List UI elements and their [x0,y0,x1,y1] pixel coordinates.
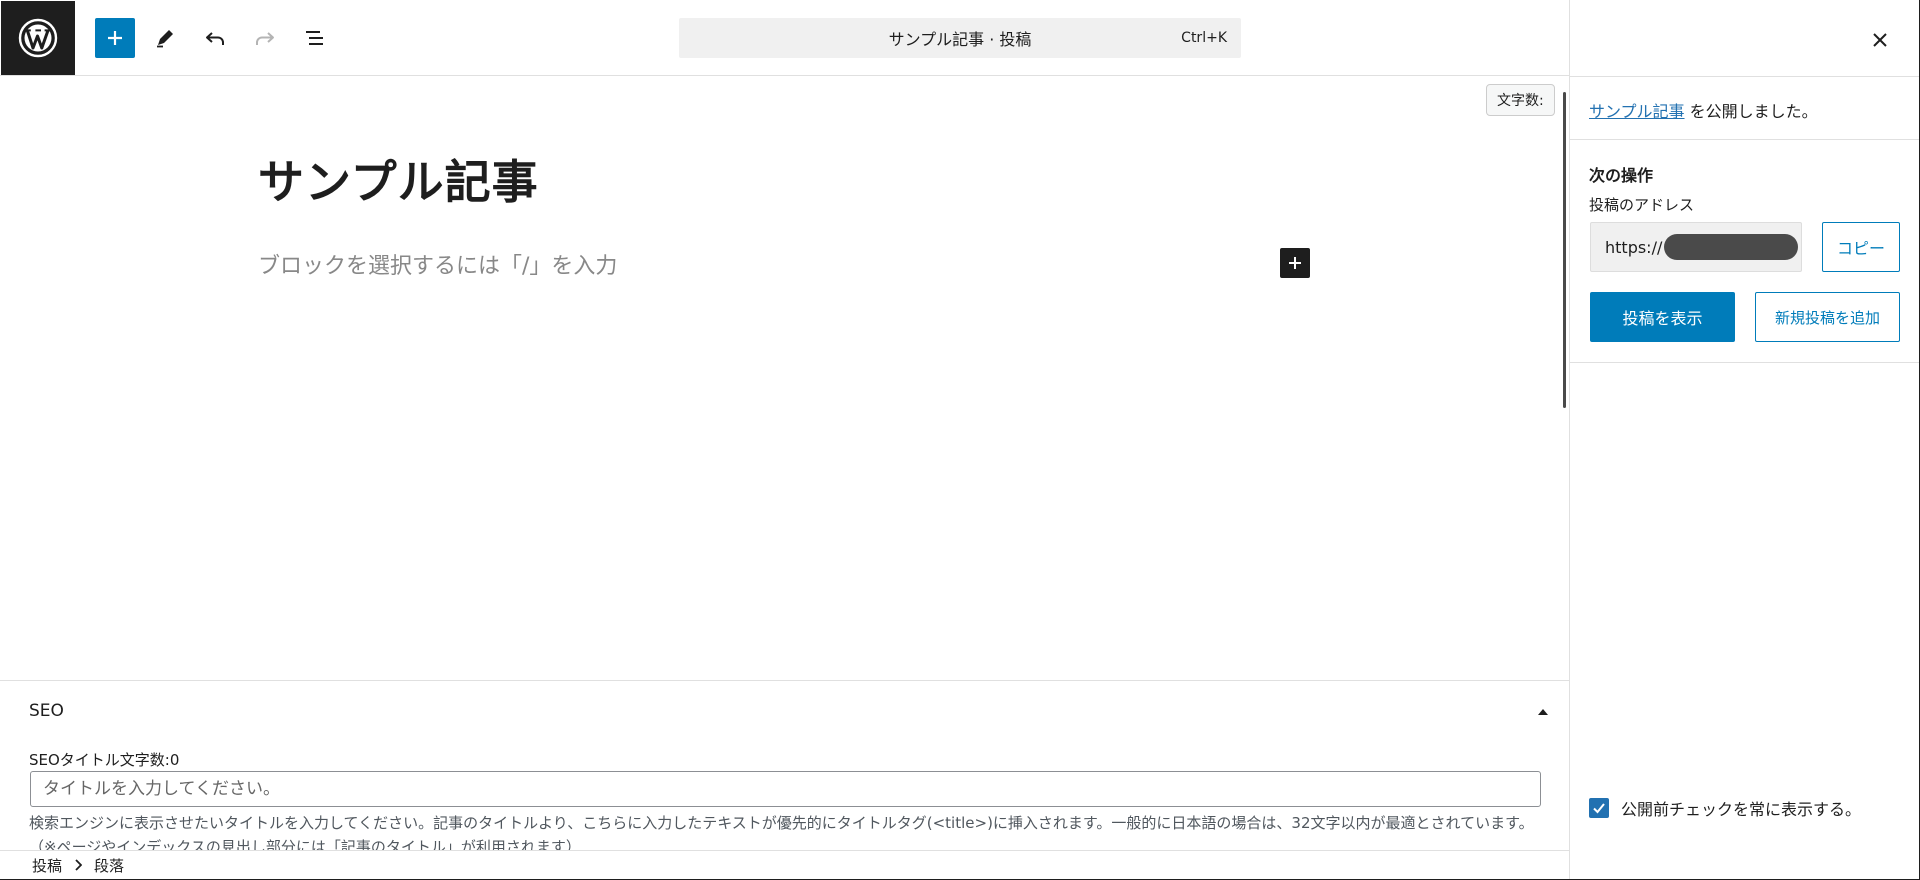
prepublish-checkbox[interactable] [1589,798,1609,818]
plus-icon [108,31,122,45]
seo-metabox: SEO SEOタイトル文字数:0 検索エンジンに表示させたいタイトルを入力してく… [0,680,1569,850]
prepublish-check-label[interactable]: 公開前チェックを常に表示する。 [1621,796,1861,820]
paragraph-block-placeholder[interactable]: ブロックを選択するには「/」を入力 [258,248,617,280]
seo-title-input[interactable] [30,771,1541,807]
panel-divider [1569,362,1919,363]
breadcrumb-item-paragraph[interactable]: 段落 [94,855,124,876]
close-panel-button[interactable] [1862,22,1898,58]
tools-button[interactable] [145,18,185,58]
seo-title-label: SEOタイトル文字数:0 [29,751,180,769]
editor-canvas[interactable] [0,76,1569,680]
document-title: サンプル記事 · 投稿 [888,30,1032,49]
view-post-button[interactable]: 投稿を表示 [1590,292,1735,342]
checkmark-icon [1593,803,1605,814]
wordpress-logo-icon[interactable] [1,1,75,75]
redo-icon [256,32,274,45]
published-notice: サンプル記事 を公開しました。 [1589,98,1818,122]
close-icon [1873,33,1887,47]
undo-button[interactable] [195,18,235,58]
post-address-label: 投稿のアドレス [1589,196,1695,214]
add-block-button[interactable] [95,18,135,58]
seo-collapse-toggle[interactable] [1534,703,1552,721]
canvas-scrollbar[interactable] [1563,92,1566,408]
command-palette-bar[interactable]: サンプル記事 · 投稿 Ctrl+K [679,18,1241,58]
inline-add-block-button[interactable] [1280,248,1310,278]
add-new-post-button[interactable]: 新規投稿を追加 [1755,292,1900,342]
list-view-icon [306,31,323,45]
plus-icon [1289,257,1301,269]
prepublish-check-option: 公開前チェックを常に表示する。 [1589,796,1861,820]
keyboard-shortcut: Ctrl+K [1181,30,1227,46]
post-url-prefix: https:// [1605,237,1663,257]
post-url-field[interactable]: https:// [1590,222,1802,272]
published-post-link[interactable]: サンプル記事 [1589,102,1685,121]
block-breadcrumb: 投稿 段落 [0,850,1569,879]
editor-toolbar: サンプル記事 · 投稿 Ctrl+K [0,0,1570,76]
word-count-badge: 文字数: [1486,84,1555,116]
copy-url-button[interactable]: コピー [1822,222,1900,272]
seo-heading[interactable]: SEO [29,701,64,721]
post-title[interactable]: サンプル記事 [258,146,539,212]
redo-button[interactable] [245,18,285,58]
next-actions-title: 次の操作 [1589,166,1654,185]
redacted-url [1664,234,1799,260]
published-suffix: を公開しました。 [1684,102,1818,121]
breadcrumb-item-post[interactable]: 投稿 [32,855,62,876]
undo-icon [206,32,224,45]
chevron-right-icon [74,859,83,871]
pencil-icon [157,30,173,48]
list-view-button[interactable] [295,18,335,58]
chevron-up-icon [1538,709,1548,715]
seo-help-text: 検索エンジンに表示させたいタイトルを入力してください。記事のタイトルより、こちら… [29,814,1534,850]
